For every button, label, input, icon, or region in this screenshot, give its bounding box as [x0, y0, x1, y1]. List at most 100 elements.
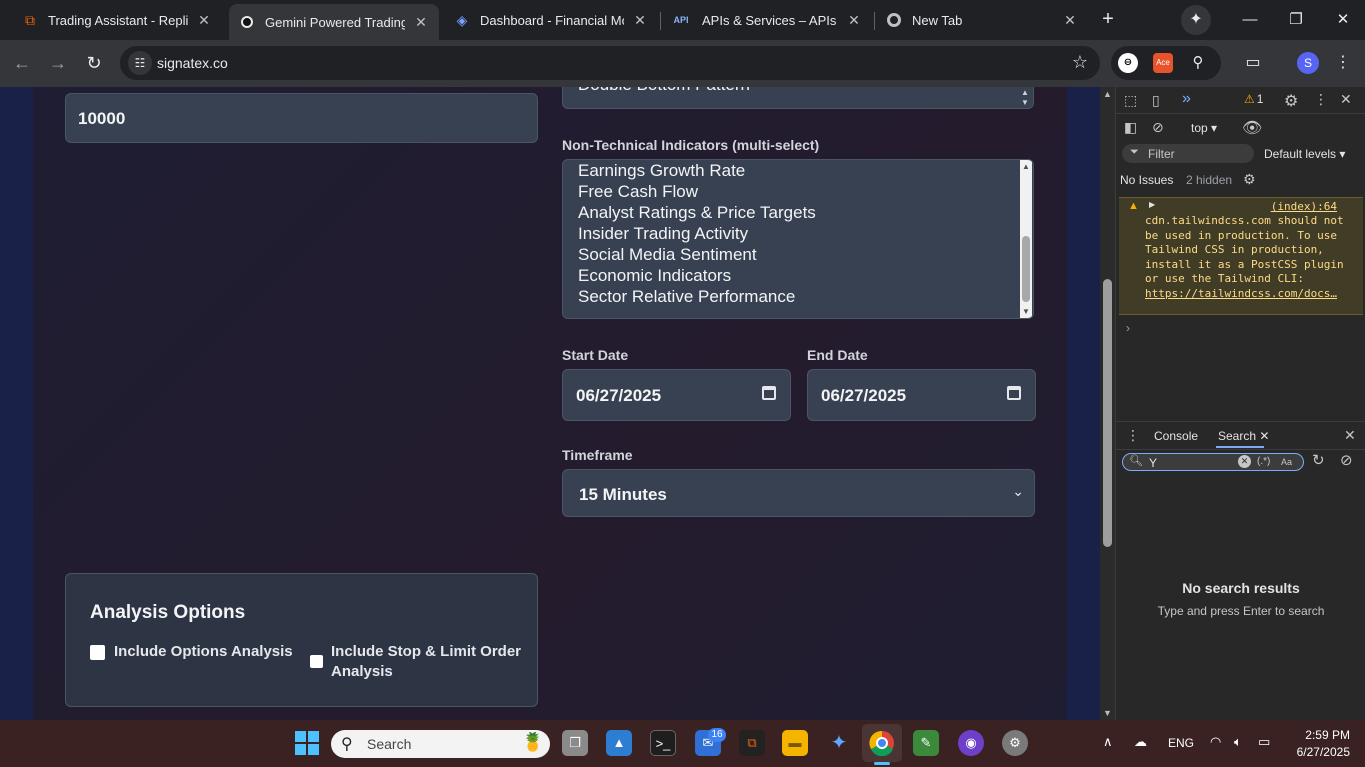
avatar[interactable]: S	[1297, 52, 1319, 74]
clear-console-icon[interactable]: ⊘	[1152, 119, 1164, 136]
list-item[interactable]: Insider Trading Activity	[578, 224, 748, 244]
onedrive-icon[interactable]: ☁	[1134, 734, 1147, 750]
list-item[interactable]: Earnings Growth Rate	[578, 161, 745, 181]
listbox-scrollbar[interactable]: ▲ ▼	[1020, 160, 1032, 318]
tab-new-tab[interactable]: New Tab ✕	[876, 4, 1088, 36]
scrollbar-thumb[interactable]	[1103, 279, 1112, 547]
gemini-app-icon[interactable]: ✦	[826, 730, 852, 756]
page-scrollbar[interactable]: ▲ ▼	[1100, 87, 1115, 720]
scroll-up-icon[interactable]: ▲	[1022, 162, 1030, 171]
pattern-scrollbar[interactable]: ▲ ▼	[1021, 87, 1031, 108]
scroll-down-icon[interactable]: ▼	[1103, 708, 1112, 718]
gemini-icon[interactable]: ✦	[1181, 5, 1211, 35]
end-date-value[interactable]: 06/27/2025	[821, 386, 906, 406]
file-explorer-icon[interactable]: ▬	[782, 730, 808, 756]
scroll-up-icon[interactable]: ▲	[1103, 89, 1112, 99]
device-toolbar-icon[interactable]: ▯	[1152, 92, 1160, 109]
scroll-up-icon[interactable]: ▲	[1021, 88, 1029, 97]
scrollbar-thumb[interactable]	[1022, 236, 1030, 302]
close-drawer-icon[interactable]: ✕	[1344, 427, 1356, 444]
ace-extension-icon[interactable]: Ace	[1153, 53, 1173, 73]
calendar-icon[interactable]	[1007, 386, 1021, 400]
github-icon[interactable]: ◉	[958, 730, 984, 756]
inspect-icon[interactable]: ⬚	[1124, 92, 1137, 109]
stop-limit-checkbox[interactable]	[310, 655, 323, 668]
sidebar-toggle-icon[interactable]: ◧	[1124, 119, 1137, 136]
volume-icon[interactable]: 🔈︎	[1234, 734, 1242, 750]
regex-toggle[interactable]: (.*)	[1257, 456, 1270, 467]
minimize-icon[interactable]: —	[1238, 8, 1262, 32]
close-devtools-icon[interactable]: ✕	[1340, 91, 1352, 108]
battery-icon[interactable]: ▭	[1258, 734, 1270, 750]
no-issues-label[interactable]: No Issues	[1120, 173, 1173, 187]
settings-gear-icon[interactable]: ⚙	[1284, 91, 1298, 111]
taskbar-search-box[interactable]: ⚲ Search 🍍	[331, 730, 550, 758]
more-tabs-icon[interactable]: »	[1182, 90, 1191, 108]
start-date-value[interactable]: 06/27/2025	[576, 386, 661, 406]
back-icon[interactable]: ←	[10, 51, 34, 75]
drawer-menu-icon[interactable]: ⋮	[1126, 427, 1140, 444]
search-value[interactable]: Y	[1149, 456, 1157, 470]
hidden-count[interactable]: 2 hidden	[1186, 173, 1232, 187]
reload-icon[interactable]: ↻	[82, 51, 106, 75]
pattern-option[interactable]: Double Bottom Pattern	[578, 87, 750, 95]
end-date-input[interactable]: 06/27/2025	[807, 369, 1036, 421]
list-item[interactable]: Economic Indicators	[578, 266, 731, 286]
wifi-icon[interactable]: ◠	[1210, 734, 1221, 750]
calendar-icon[interactable]	[762, 386, 776, 400]
forward-icon[interactable]: →	[46, 51, 70, 75]
bookmark-star-icon[interactable]: ☆	[1072, 52, 1088, 73]
extension-circle-icon[interactable]: ⊖	[1118, 53, 1138, 73]
language-indicator[interactable]: ENG	[1168, 736, 1194, 750]
tab-replit[interactable]: ⧉ Trading Assistant - Replit ✕	[12, 4, 222, 36]
start-date-input[interactable]: 06/27/2025	[562, 369, 791, 421]
expand-arrow-icon[interactable]: ▶	[1149, 200, 1155, 209]
amount-input[interactable]: 10000	[65, 93, 538, 143]
tray-chevron-up-icon[interactable]: ∧	[1103, 734, 1113, 750]
tab-dashboard[interactable]: ◈ Dashboard - Financial Mod ✕	[444, 4, 658, 36]
non-tech-multiselect[interactable]: Earnings Growth Rate Free Cash Flow Anal…	[562, 159, 1034, 319]
close-icon[interactable]: ✕	[846, 12, 862, 28]
settings-app-icon[interactable]: ⚙	[1002, 730, 1028, 756]
windows-start-icon[interactable]	[294, 730, 320, 756]
new-tab-button[interactable]: +	[1096, 8, 1120, 32]
clock-date[interactable]: 6/27/2025	[1288, 745, 1350, 759]
console-settings-gear-icon[interactable]: ⚙	[1243, 171, 1256, 188]
clock-time[interactable]: 2:59 PM	[1288, 728, 1350, 742]
tab-search[interactable]: Search ✕	[1218, 429, 1269, 443]
close-icon[interactable]: ✕	[196, 12, 212, 28]
chrome-app-icon[interactable]	[869, 730, 895, 757]
console-filter-input[interactable]: ⏷ Filter	[1122, 144, 1254, 163]
photos-icon[interactable]: ▲	[606, 730, 632, 756]
address-bar[interactable]: ☷ signatex.co ☆	[120, 46, 1100, 80]
list-item[interactable]: Sector Relative Performance	[578, 287, 795, 307]
tab-gemini-trading[interactable]: Gemini Powered Trading As ✕	[229, 4, 439, 40]
warning-link[interactable]: https://tailwindcss.com/docs…	[1145, 287, 1359, 302]
close-icon[interactable]: ✕	[632, 12, 648, 28]
tab-apis[interactable]: API APIs & Services – APIs & Se ✕	[660, 4, 872, 36]
menu-icon[interactable]: ⋮	[1331, 51, 1355, 75]
list-item[interactable]: Social Media Sentiment	[578, 245, 757, 265]
clear-search-results-icon[interactable]: ⊘	[1340, 451, 1353, 469]
devtools-search-input[interactable]: 🔍︎ Y ✕ (.*) Aa	[1122, 453, 1304, 471]
clear-search-icon[interactable]: ✕	[1238, 455, 1251, 468]
timeframe-select[interactable]: 15 Minutes ⌄	[562, 469, 1035, 517]
scroll-down-icon[interactable]: ▼	[1022, 307, 1030, 316]
pattern-select[interactable]: Double Bottom Pattern ▲ ▼	[562, 87, 1034, 109]
options-analysis-label[interactable]: Include Options Analysis	[114, 642, 293, 662]
warning-icon[interactable]: ⚠ 1	[1244, 92, 1263, 106]
puzzle-icon[interactable]: ⚲	[1188, 53, 1208, 73]
list-item[interactable]: Analyst Ratings & Price Targets	[578, 203, 816, 223]
eye-icon[interactable]: 👁	[1242, 118, 1262, 138]
warning-source-link[interactable]: (index):64	[1271, 200, 1337, 213]
terminal-icon[interactable]: >_	[650, 730, 676, 756]
task-view-icon[interactable]: ❐	[562, 730, 588, 756]
stop-limit-label[interactable]: Include Stop & Limit Order Analysis	[331, 642, 521, 682]
url-text[interactable]: signatex.co	[157, 55, 228, 71]
log-levels-select[interactable]: Default levels ▾	[1264, 147, 1345, 161]
devtools-menu-icon[interactable]: ⋮	[1314, 91, 1328, 108]
reading-list-icon[interactable]: ▭	[1241, 51, 1265, 75]
close-icon[interactable]: ✕	[413, 14, 429, 30]
console-prompt-icon[interactable]: ›	[1126, 321, 1130, 335]
site-info-icon[interactable]: ☷	[128, 51, 152, 75]
